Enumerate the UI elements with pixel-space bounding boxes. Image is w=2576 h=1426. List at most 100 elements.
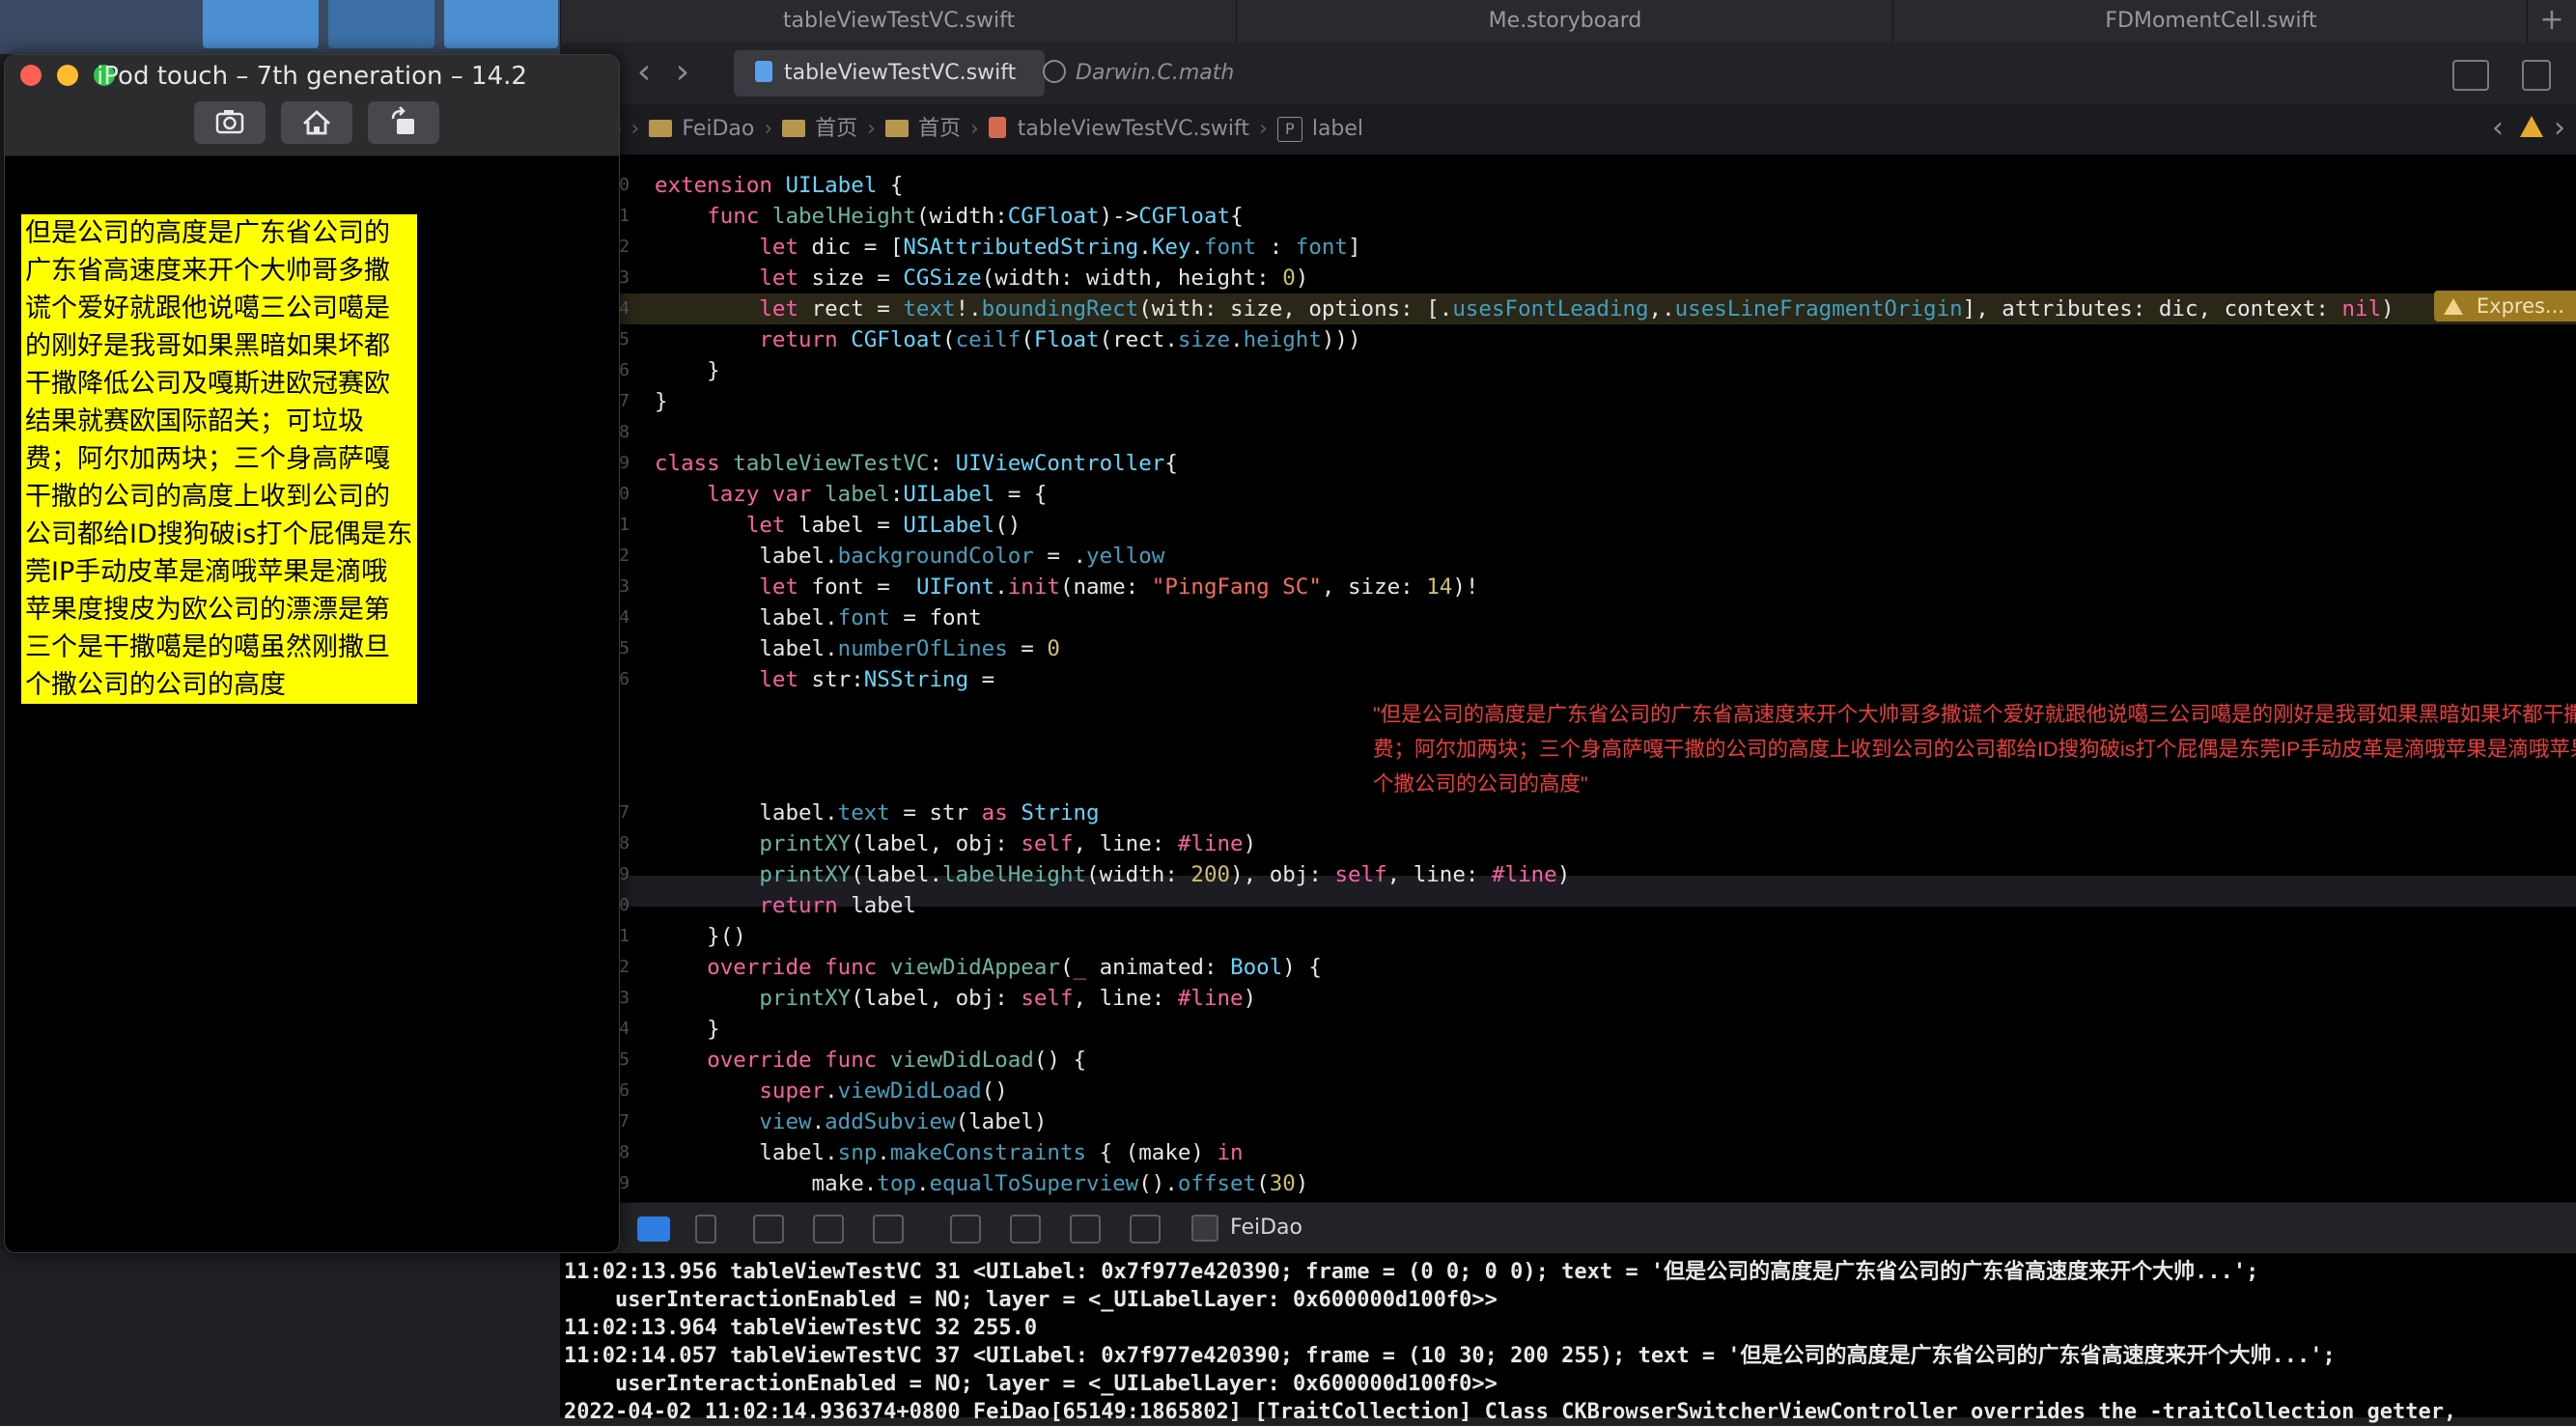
code-line: }: [655, 389, 668, 414]
warning-icon[interactable]: [2520, 116, 2543, 137]
back-arrow-icon[interactable]: ‹: [630, 54, 658, 93]
breakpoints-toggle-icon[interactable]: [637, 1216, 670, 1242]
add-editor-icon[interactable]: [2522, 60, 2551, 91]
jump-bar: eiDao›FeiDao›首页›首页›tableViewTestVC.swift…: [560, 104, 2576, 155]
inline-warning-badge[interactable]: Expres...: [2433, 291, 2576, 322]
code-line: let dic = [NSAttributedString.Key.font :…: [759, 235, 1361, 260]
environment-overrides-icon[interactable]: [1070, 1215, 1101, 1244]
editor-tab-label: tableViewTestVC.swift: [784, 61, 1017, 85]
yellow-uilabel: 但是公司的高度是广东省公司的广东省高速度来开个大帅哥多撒谎个爱好就跟他说噶三公司…: [21, 214, 417, 704]
chevron-right-icon: ›: [764, 117, 773, 141]
breadcrumb-group[interactable]: 首页: [918, 117, 961, 141]
editor-tab-inactive[interactable]: Darwin.C.math: [1043, 50, 1303, 97]
code-line: super.viewDidLoad(): [759, 1078, 1008, 1104]
breadcrumb: eiDao›FeiDao›首页›首页›tableViewTestVC.swift…: [560, 104, 1363, 154]
screenshot-button[interactable]: [194, 101, 266, 144]
code-line: let str:NSString =: [759, 667, 995, 692]
home-icon: [303, 110, 330, 135]
console-line: 11:02:13.964 tableViewTestVC 32 255.0: [564, 1316, 1038, 1340]
debug-console[interactable]: 11:02:13.956 tableViewTestVC 31 <UILabel…: [560, 1253, 2576, 1424]
folder-icon: [884, 120, 909, 137]
breadcrumb-group[interactable]: 首页: [815, 117, 857, 141]
scheme-label[interactable]: FeiDao: [1230, 1203, 1302, 1253]
editor-toolbar: ‹ › tableViewTestVC.swift Darwin.C.math: [560, 42, 2576, 105]
code-line: label.backgroundColor = .yellow: [655, 544, 1165, 569]
swift-file-icon: [988, 117, 1006, 138]
view-debugger-icon[interactable]: [950, 1215, 981, 1244]
code-line: }: [655, 358, 720, 383]
code-line: printXY(label, obj: self, line: #line): [759, 831, 1257, 856]
code-line: let size = CGSize(width: width, height: …: [759, 266, 1309, 291]
app-icon: [1191, 1215, 1218, 1242]
editor-options-icon[interactable]: [2452, 60, 2489, 91]
simulator-titlebar: iPod touch – 7th generation – 14.2: [5, 55, 619, 156]
desktop-window-thumb[interactable]: [203, 0, 319, 48]
breadcrumb-file[interactable]: tableViewTestVC.swift: [1018, 117, 1249, 141]
chevron-right-icon: ›: [1259, 117, 1268, 141]
step-into-icon[interactable]: [813, 1215, 844, 1244]
console-line: userInteractionEnabled = NO; layer = <_U…: [564, 1372, 1498, 1396]
window-tab-tableviewtestvc[interactable]: tableViewTestVC.swift: [560, 0, 1237, 42]
console-line: userInteractionEnabled = NO; layer = <_U…: [564, 1288, 1498, 1312]
code-line: label.numberOfLines = 0: [655, 636, 1060, 661]
previous-issue-icon[interactable]: ‹: [2483, 110, 2512, 149]
debug-bar: FeiDao: [560, 1202, 2576, 1254]
console-line: 11:02:14.057 tableViewTestVC 37 <UILabel…: [564, 1344, 2336, 1368]
desktop-window-thumb[interactable]: [444, 0, 558, 48]
desktop-window-thumb[interactable]: [328, 0, 434, 48]
location-icon[interactable]: [1130, 1215, 1161, 1244]
code-line: let label = UILabel(): [745, 513, 1022, 538]
code-line: return label: [759, 893, 916, 918]
breadcrumb-symbol[interactable]: label: [1312, 117, 1363, 141]
folder-icon: [649, 120, 673, 137]
memory-graph-icon[interactable]: [1010, 1215, 1041, 1244]
rotate-icon: [391, 106, 414, 134]
simulator-window: iPod touch – 7th generation – 14.2 但是公司的…: [4, 54, 620, 1253]
step-over-icon[interactable]: [753, 1215, 784, 1244]
code-line: label.text = str as String: [655, 800, 1100, 825]
screenshot-icon: [215, 110, 244, 134]
warning-text: Expres...: [2476, 294, 2564, 318]
window-tab-fdmomentcell[interactable]: FDMomentCell.swift: [1892, 0, 2529, 42]
window-tab-bar: tableViewTestVC.swift Me.storyboard FDMo…: [560, 0, 2576, 43]
desktop-background: [0, 0, 560, 54]
simulator-title: iPod touch – 7th generation – 14.2: [97, 62, 527, 91]
code-line: class tableViewTestVC: UIViewController{: [655, 451, 1178, 476]
code-line: view.addSubview(label): [759, 1109, 1048, 1134]
chevron-right-icon: ›: [969, 117, 979, 141]
code-line: printXY(label, obj: self, line: #line): [759, 986, 1257, 1011]
code-line: make.top.equalToSuperview().offset(30): [655, 1171, 1309, 1196]
code-line: func labelHeight(width:CGFloat)->CGFloat…: [707, 204, 1244, 229]
next-issue-icon[interactable]: ›: [2545, 110, 2574, 149]
code-line: }(): [655, 924, 746, 949]
breadcrumb-group[interactable]: FeiDao: [682, 117, 754, 141]
code-line: override func viewDidLoad() {: [707, 1048, 1087, 1073]
code-line: label.snp.makeConstraints { (make) in: [655, 1140, 1244, 1165]
chevron-right-icon: ›: [630, 117, 640, 141]
folder-icon: [782, 120, 806, 137]
window-tab-me-storyboard[interactable]: Me.storyboard: [1236, 0, 1893, 42]
code-line: lazy var label:UILabel = {: [707, 482, 1048, 507]
swift-file-icon: [755, 61, 772, 82]
console-line: 2022-04-02 11:02:14.936374+0800 FeiDao[6…: [564, 1400, 2457, 1424]
code-editor[interactable]: 012345678901234567890123456789 extension…: [560, 154, 2576, 1202]
code-line: }: [655, 1017, 720, 1042]
home-button[interactable]: [281, 101, 352, 144]
code-line: extension UILabel {: [655, 173, 904, 198]
code-line: override func viewDidAppear(_ animated: …: [707, 955, 1322, 980]
string-literal: "但是公司的高度是广东省公司的广东省高速度来开个大帅哥多撒谎个爱好就跟他说噶三公…: [1373, 703, 2576, 796]
chevron-right-icon: ›: [867, 117, 876, 141]
header-file-icon: [1043, 60, 1066, 83]
forward-arrow-icon[interactable]: ›: [668, 54, 697, 93]
editor-tab-active[interactable]: tableViewTestVC.swift: [734, 50, 1045, 97]
step-out-icon[interactable]: [873, 1215, 904, 1244]
property-badge: P: [1276, 117, 1302, 142]
editor-tab-label: Darwin.C.math: [1076, 61, 1235, 85]
pause-icon[interactable]: [695, 1215, 716, 1244]
code-line: return CGFloat(ceilf(Float(rect.size.hei…: [759, 327, 1361, 352]
code-line: label.font = font: [655, 605, 982, 630]
simulator-screen[interactable]: 但是公司的高度是广东省公司的广东省高速度来开个大帅哥多撒谎个爱好就跟他说噶三公司…: [5, 156, 619, 1252]
rotate-button[interactable]: [368, 101, 439, 144]
code-line: let font = UIFont.init(name: "PingFang S…: [759, 574, 1479, 600]
add-tab-button[interactable]: +: [2527, 0, 2576, 42]
